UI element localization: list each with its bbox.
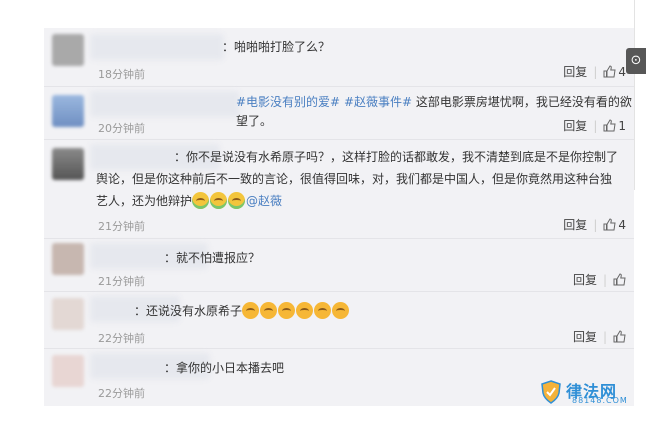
comment-time: 21分钟前	[98, 275, 145, 288]
watermark-domain: 88148.COM	[572, 396, 628, 405]
reply-button[interactable]: 回复	[573, 271, 597, 288]
smile-emoji-icon	[242, 302, 260, 319]
thumbs-up-icon[interactable]	[603, 218, 616, 231]
site-watermark: 律法网 88148.COM	[540, 378, 632, 408]
comment-time: 20分钟前	[98, 122, 145, 135]
avatar[interactable]	[52, 298, 84, 330]
smile-emoji-icon	[278, 302, 296, 319]
reply-button[interactable]: 回复	[573, 328, 597, 345]
blurred-username	[90, 34, 224, 60]
comment-text-line: 舆论，但是你这种前后不一致的言论，很值得回味，对，我们都是中国人，但是你竟然用这…	[96, 172, 613, 186]
grimace-emoji-icon	[228, 192, 246, 209]
comment-time: 21分钟前	[98, 220, 145, 233]
shield-logo-icon	[540, 380, 562, 404]
comment-text-line: ：你不是说没有水希原子吗？，这样打脸的话都敢发，我不清楚到底是不是你控制了	[174, 150, 619, 164]
comment-actions: 回复 | 1	[563, 117, 626, 134]
avatar[interactable]	[52, 355, 84, 387]
comment-item: ：就不怕遭报应？ 21分钟前 回复 |	[44, 239, 634, 292]
avatar[interactable]	[52, 34, 84, 66]
thumbs-up-icon[interactable]	[603, 65, 616, 78]
comment-actions: 回复 |	[573, 328, 626, 345]
divider: |	[593, 64, 598, 79]
hashtag-link[interactable]: #赵薇事件#	[344, 95, 412, 109]
comment-body: 艺人，还为他辩护	[96, 194, 193, 208]
comment-text: ：拿你的小日本播去吧	[164, 361, 285, 375]
comment-item: ：还说没有水原希子 22分钟前 回复 |	[44, 292, 634, 349]
smile-emoji-icon	[296, 302, 314, 319]
thumbs-up-icon[interactable]	[603, 119, 616, 132]
thumbs-up-icon[interactable]	[613, 273, 626, 286]
comment-text: ：就不怕遭报应？	[164, 251, 261, 265]
divider: |	[593, 118, 598, 133]
like-count: 4	[618, 217, 626, 232]
comment-body: ：还说没有水原希子	[134, 304, 243, 318]
grimace-emoji-icon	[210, 192, 228, 209]
avatar[interactable]	[52, 148, 84, 180]
comment-time: 18分钟前	[98, 68, 145, 81]
comment-text: ：啪啪啪打脸了么？	[222, 40, 331, 54]
smile-emoji-icon	[314, 302, 332, 319]
smile-emoji-icon	[260, 302, 278, 319]
divider: |	[602, 272, 607, 287]
comment-time: 22分钟前	[98, 387, 145, 400]
avatar[interactable]	[52, 243, 84, 275]
reply-button[interactable]: 回复	[563, 216, 587, 233]
comment-item: ：你不是说没有水希原子吗？，这样打脸的话都敢发，我不清楚到底是不是你控制了 舆论…	[44, 140, 634, 239]
blurred-username	[90, 91, 240, 117]
like-count: 4	[618, 64, 626, 79]
comment-text: ：还说没有水原希子	[134, 302, 350, 321]
avatar[interactable]	[52, 95, 84, 127]
scroll-track	[634, 0, 635, 190]
comment-actions: 回复 |	[573, 271, 626, 288]
reply-button[interactable]: 回复	[563, 117, 587, 134]
comment-item: #电影没有别的爱# #赵薇事件# 这部电影票房堪忧啊，我已经没有看的欲望了。 2…	[44, 87, 634, 140]
comment-time: 22分钟前	[98, 332, 145, 345]
thumbs-up-icon[interactable]	[613, 330, 626, 343]
comment-actions: 回复 | 4	[563, 216, 626, 233]
reply-button[interactable]: 回复	[563, 63, 587, 80]
hashtag-link[interactable]: #电影没有别的爱#	[236, 95, 340, 109]
smile-emoji-icon	[332, 302, 350, 319]
divider: |	[593, 217, 598, 232]
comment-text-line: 艺人，还为他辩护 @赵薇	[96, 192, 282, 211]
comment-item: ：啪啪啪打脸了么？ 18分钟前 回复 | 4	[44, 30, 634, 87]
comment-actions: 回复 | 4	[563, 63, 626, 80]
divider: |	[602, 329, 607, 344]
mention-link[interactable]: @赵薇	[246, 194, 282, 208]
like-count: 1	[618, 118, 626, 133]
grimace-emoji-icon	[192, 192, 210, 209]
